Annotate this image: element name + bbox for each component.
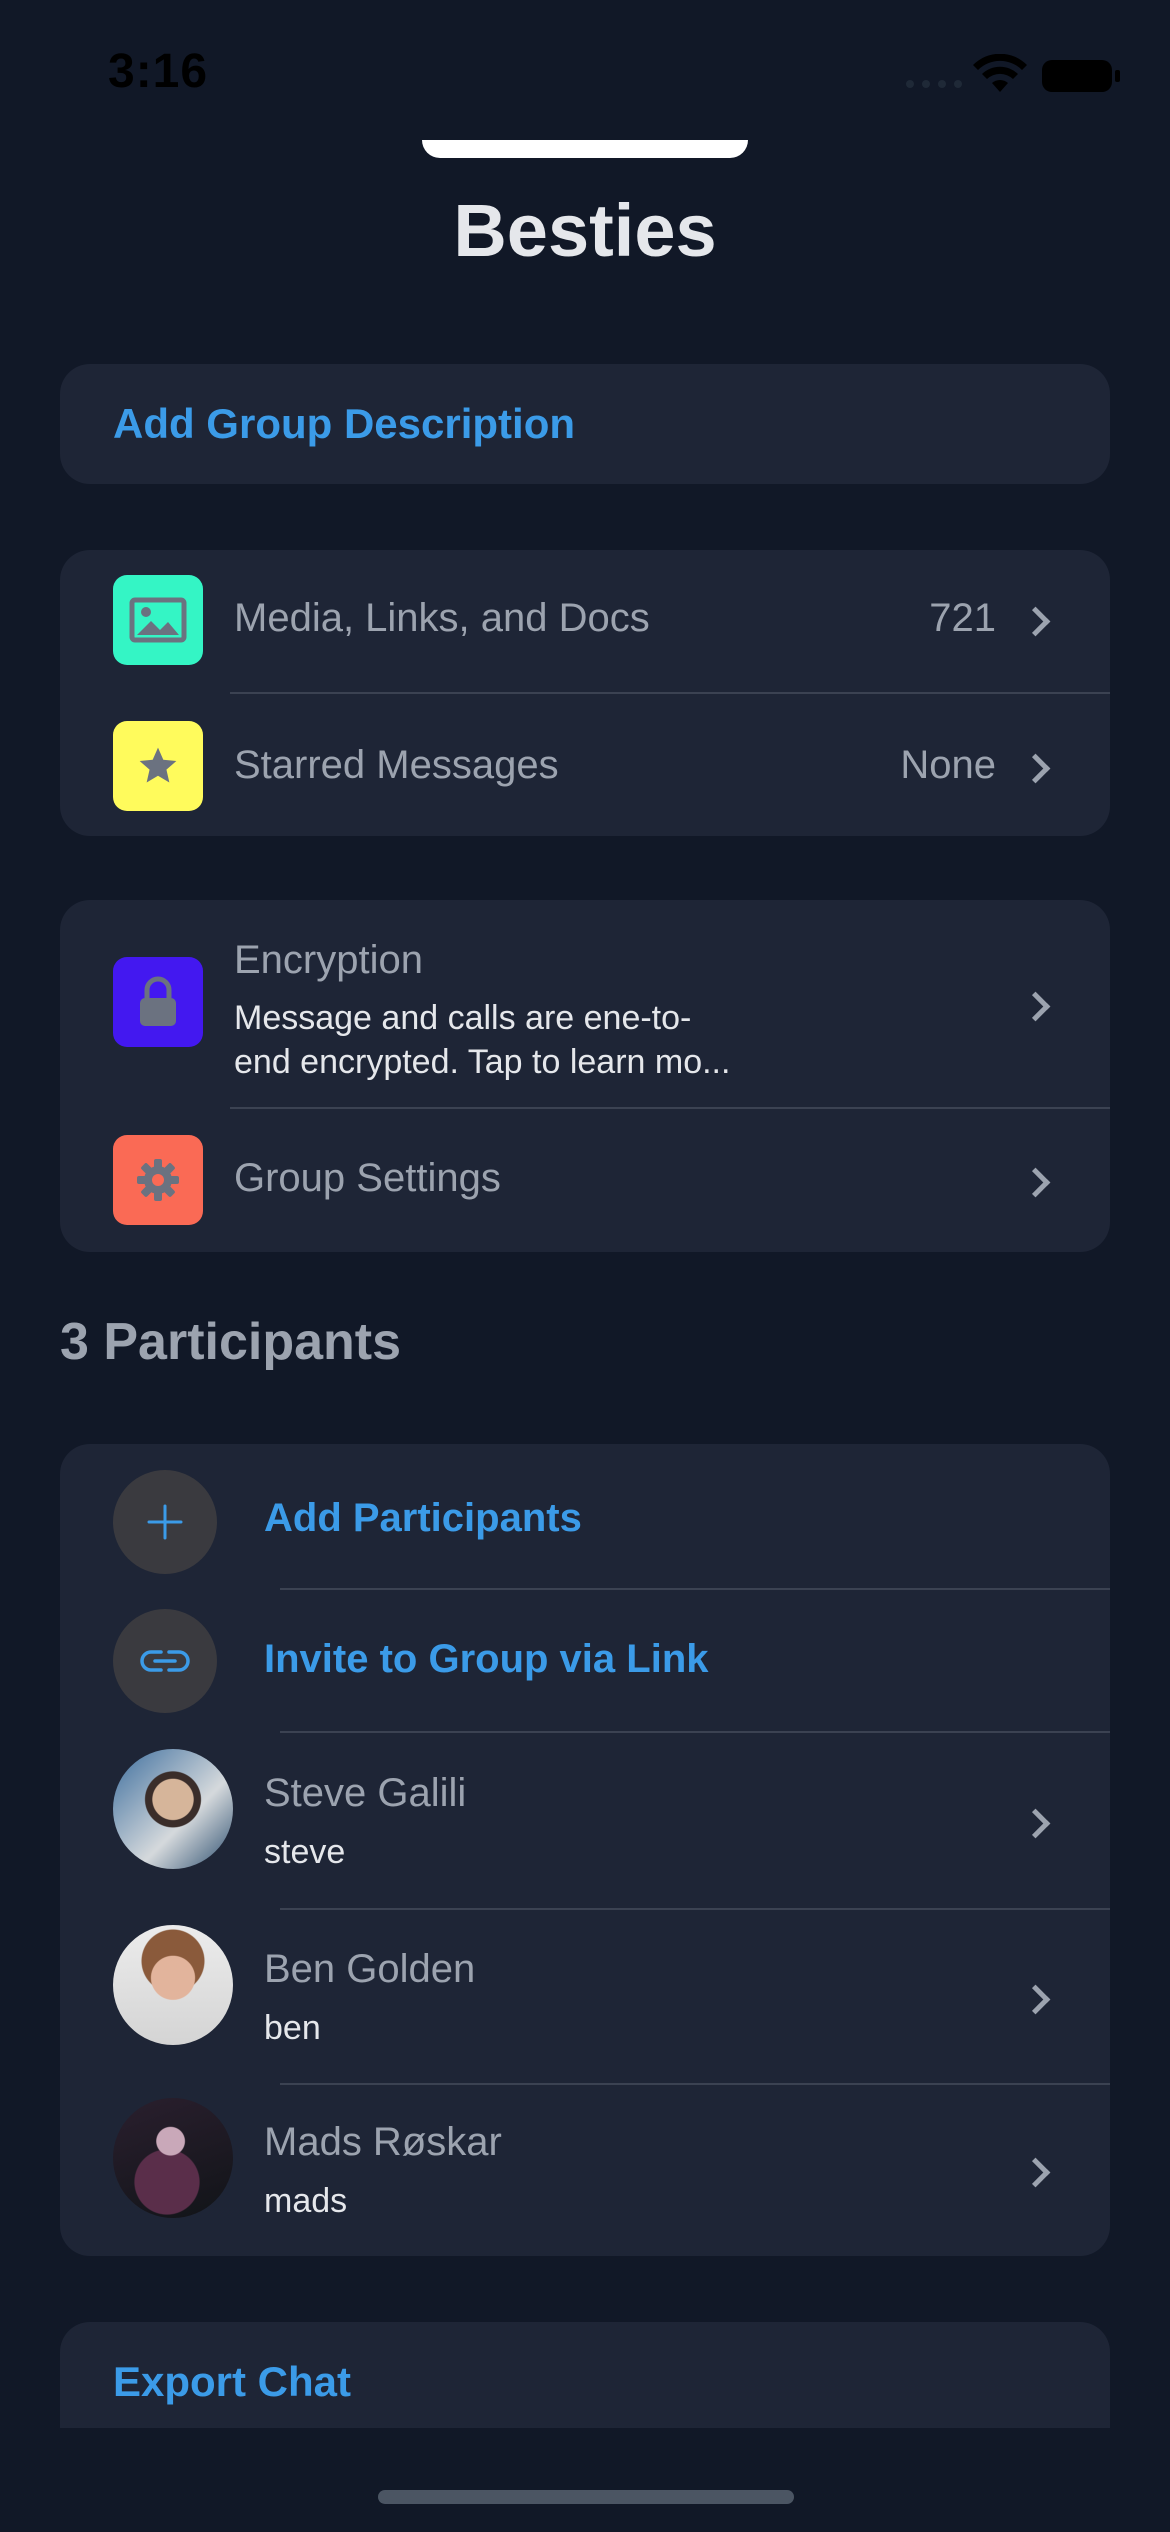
- participants-heading: 3 Participants: [60, 1313, 402, 1371]
- starred-count: None: [900, 743, 996, 787]
- gear-icon: [113, 1135, 203, 1225]
- group-settings-row[interactable]: Group Settings: [60, 1108, 1110, 1252]
- chevron-right-icon: [1020, 991, 1051, 1022]
- encryption-row[interactable]: Encryption Message and calls are ene-to-…: [60, 900, 1110, 1108]
- add-participants-row[interactable]: Add Participants: [60, 1444, 1110, 1589]
- media-card: Media, Links, and Docs 721 Starred Messa…: [60, 550, 1110, 836]
- encryption-description: Message and calls are ene-to- end encryp…: [234, 996, 730, 1084]
- avatar: [113, 1925, 233, 2045]
- media-links-docs-row[interactable]: Media, Links, and Docs 721: [60, 550, 1110, 693]
- group-settings-label: Group Settings: [234, 1156, 501, 1200]
- participant-name: Mads Røskar: [264, 2120, 502, 2164]
- cellular-signal-icon: [906, 80, 962, 88]
- chevron-right-icon: [1020, 753, 1051, 784]
- group-title: Besties: [453, 189, 717, 272]
- add-description-button[interactable]: Add Group Description: [113, 400, 575, 448]
- home-indicator[interactable]: [378, 2490, 794, 2504]
- encryption-description-line-2: end encrypted. Tap to learn mo...: [234, 1043, 731, 1081]
- chevron-right-icon: [1020, 1167, 1051, 1198]
- participant-name: Steve Galili: [264, 1771, 467, 1815]
- participants-card: Add Participants Invite to Group via Lin…: [60, 1444, 1110, 2256]
- invite-link-button[interactable]: Invite to Group via Link: [264, 1637, 709, 1682]
- starred-messages-label: Starred Messages: [234, 743, 559, 787]
- description-card[interactable]: Add Group Description: [60, 364, 1110, 484]
- settings-card: Encryption Message and calls are ene-to-…: [60, 900, 1110, 1252]
- battery-icon: [1042, 60, 1120, 92]
- participant-row[interactable]: Ben Golden ben: [60, 1909, 1110, 2084]
- participant-username: steve: [264, 1833, 346, 1871]
- participant-username: mads: [264, 2182, 348, 2220]
- chevron-right-icon: [1020, 2157, 1051, 2188]
- encryption-label: Encryption: [234, 938, 423, 982]
- encryption-description-line-1: Message and calls are ene-to-: [234, 999, 692, 1037]
- media-links-docs-label: Media, Links, and Docs: [234, 596, 650, 640]
- lock-icon: [113, 957, 203, 1047]
- wifi-icon: [973, 54, 1027, 92]
- add-participants-button[interactable]: Add Participants: [264, 1496, 582, 1541]
- participant-username: ben: [264, 2009, 321, 2047]
- media-count: 721: [929, 596, 996, 640]
- plus-icon: [113, 1470, 217, 1574]
- image-icon: [113, 575, 203, 665]
- star-icon: [113, 721, 203, 811]
- invite-link-row[interactable]: Invite to Group via Link: [60, 1589, 1110, 1734]
- avatar: [113, 1749, 233, 1869]
- participant-row[interactable]: Mads Røskar mads: [60, 2084, 1110, 2256]
- chevron-right-icon: [1020, 1984, 1051, 2015]
- chevron-right-icon: [1020, 1808, 1051, 1839]
- participant-row[interactable]: Steve Galili steve: [60, 1733, 1110, 1909]
- chevron-right-icon: [1020, 606, 1051, 637]
- export-card: Export Chat: [60, 2322, 1110, 2428]
- participant-name: Ben Golden: [264, 1947, 476, 1991]
- avatar: [113, 2098, 233, 2218]
- link-icon: [113, 1609, 217, 1713]
- status-bar: 3:16: [0, 0, 1170, 140]
- export-chat-button[interactable]: Export Chat: [113, 2358, 351, 2406]
- sheet-grabber[interactable]: [422, 140, 748, 158]
- starred-messages-row[interactable]: Starred Messages None: [60, 693, 1110, 836]
- status-time: 3:16: [108, 45, 209, 98]
